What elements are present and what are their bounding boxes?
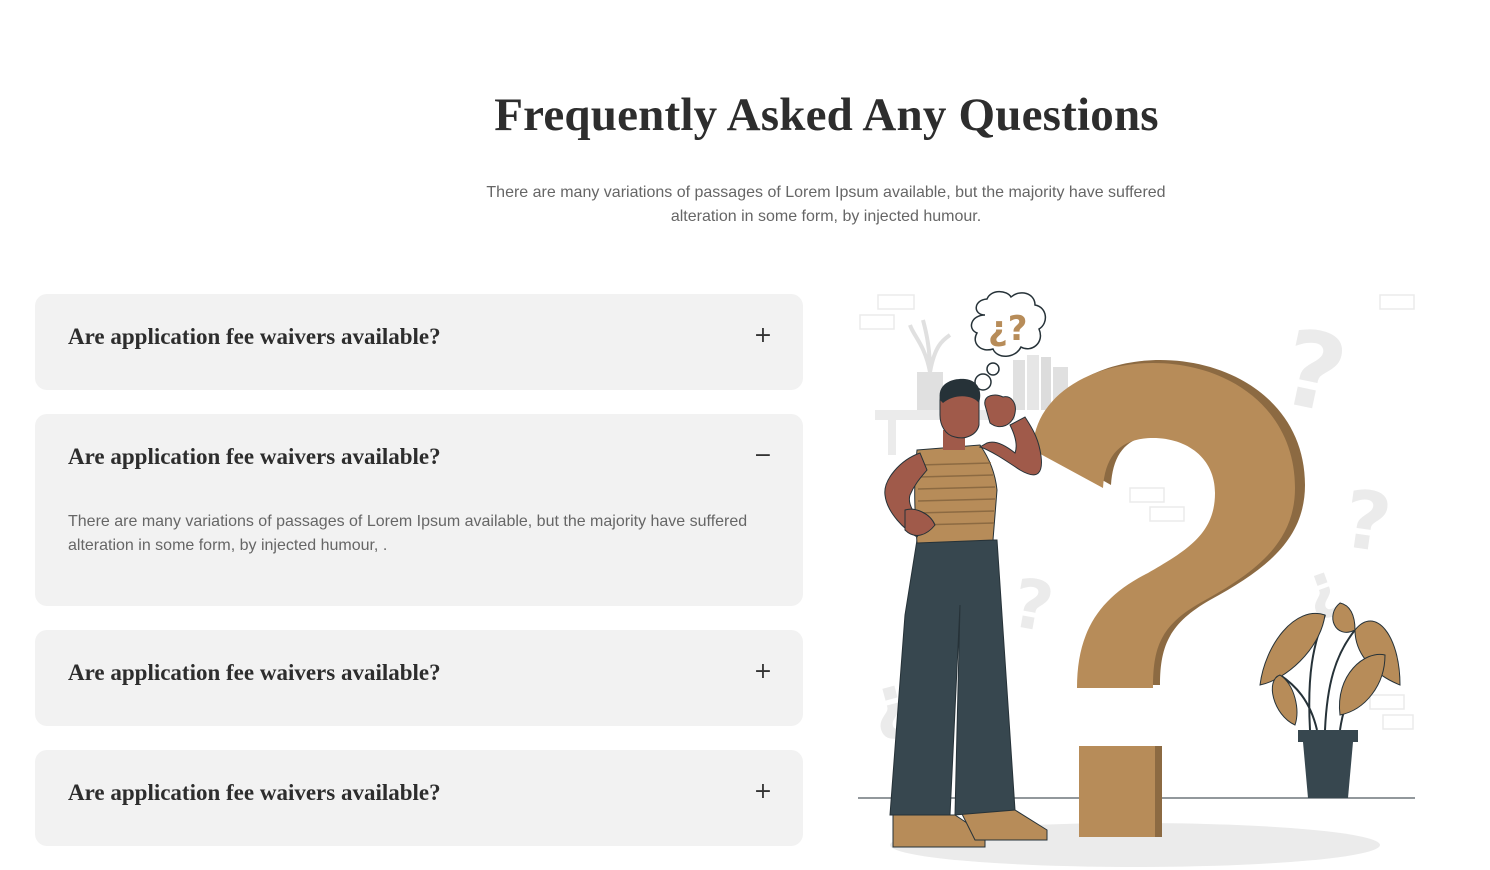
plus-icon[interactable]: +	[753, 661, 773, 683]
section-subtitle: There are many variations of passages of…	[486, 184, 1166, 225]
plus-icon[interactable]: +	[753, 325, 773, 347]
faq-item[interactable]: Are application fee waivers available? +	[35, 294, 803, 390]
faq-question: Are application fee waivers available?	[68, 444, 441, 469]
section-title: Frequently Asked Any Questions	[494, 89, 1159, 141]
plus-icon[interactable]: +	[753, 781, 773, 803]
faq-answer: There are many variations of passages of…	[68, 513, 748, 554]
minus-icon[interactable]: −	[753, 445, 773, 467]
potted-plant	[1259, 602, 1401, 798]
svg-text:?: ?	[1006, 564, 1059, 649]
faq-item[interactable]: Are application fee waivers available? −…	[35, 414, 803, 606]
faq-item[interactable]: Are application fee waivers available? +	[35, 750, 803, 846]
faq-item[interactable]: Are application fee waivers available? +	[35, 630, 803, 726]
faq-question: Are application fee waivers available?	[68, 324, 441, 349]
faq-illustration: ? ? ? ¿ ¿ ¿?	[858, 290, 1415, 867]
svg-text:?: ?	[1338, 472, 1397, 571]
bubble-text: ¿?	[988, 309, 1027, 349]
faq-list: Are application fee waivers available? +…	[35, 294, 803, 870]
faq-question: Are application fee waivers available?	[68, 660, 441, 685]
faq-question: Are application fee waivers available?	[68, 780, 441, 805]
question-mark-icon	[1033, 360, 1305, 837]
